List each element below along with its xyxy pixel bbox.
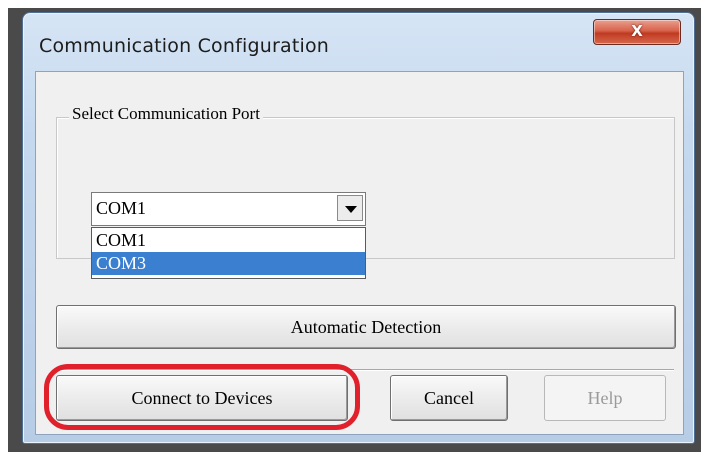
automatic-detection-button[interactable]: Automatic Detection xyxy=(56,305,676,349)
help-button[interactable]: Help xyxy=(544,375,666,421)
help-button-label: Help xyxy=(587,388,623,408)
port-select-dropdown-button[interactable] xyxy=(337,195,363,221)
connect-button[interactable]: Connect to Devices xyxy=(56,375,348,421)
close-button[interactable]: X xyxy=(593,19,681,45)
cancel-button-label: Cancel xyxy=(424,388,474,408)
port-select-value: COM1 xyxy=(96,198,147,218)
automatic-detection-label: Automatic Detection xyxy=(290,317,442,337)
cancel-button[interactable]: Cancel xyxy=(390,375,508,421)
connect-button-label: Connect to Devices xyxy=(131,388,273,408)
chevron-down-icon xyxy=(345,206,357,213)
port-option-com1[interactable]: COM1 xyxy=(92,229,365,252)
dialog-window: Communication Configuration X Select Com… xyxy=(22,12,695,444)
close-icon: X xyxy=(631,22,643,40)
separator xyxy=(56,369,674,371)
port-group-label: Select Communication Port xyxy=(69,104,263,124)
dialog-body: Select Communication Port COM1 COM1 COM3… xyxy=(35,71,684,435)
port-dropdown-list: COM1 COM3 xyxy=(91,227,366,279)
port-option-com3[interactable]: COM3 xyxy=(92,252,365,275)
window-title: Communication Configuration xyxy=(39,35,330,57)
title-bar[interactable]: Communication Configuration X xyxy=(23,13,694,73)
port-select[interactable]: COM1 xyxy=(91,192,366,226)
